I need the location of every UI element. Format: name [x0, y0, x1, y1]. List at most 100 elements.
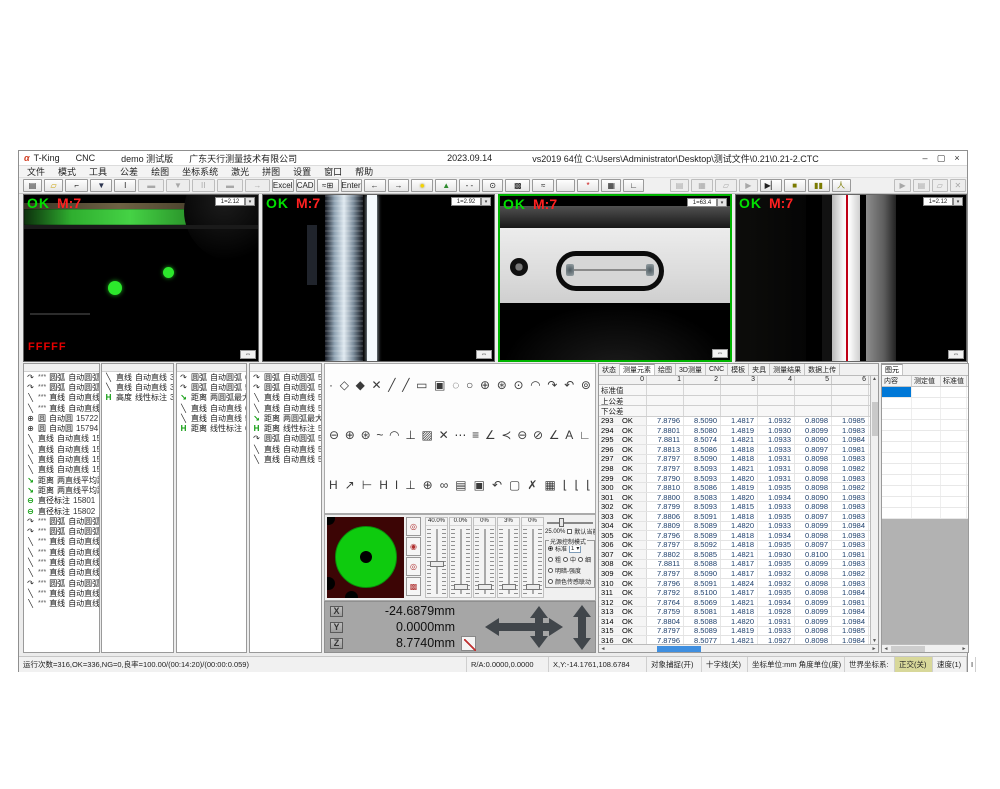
- list-item[interactable]: ╲直线自动直线55: [250, 444, 321, 454]
- list-item[interactable]: ↘距离两直线平均距: [24, 485, 99, 495]
- zoom-ratio-field[interactable]: 1=63.4: [687, 198, 717, 207]
- table-row[interactable]: 304OK7.88098.50891.48201.09330.80991.098…: [599, 522, 878, 532]
- list-item[interactable]: ⊕圆自动圆15722: [24, 413, 99, 423]
- tool-icon[interactable]: ⊕: [423, 478, 433, 492]
- element-row[interactable]: [882, 442, 968, 453]
- stage-path-button[interactable]: ⌐: [65, 179, 88, 192]
- table-row[interactable]: 302OK7.87998.50931.48151.09330.80981.098…: [599, 502, 878, 512]
- tool-icon[interactable]: ↶: [492, 478, 502, 492]
- camera-view-1[interactable]: OK M:7 1=2.12 ▾ FFFFF ⇔: [23, 194, 259, 362]
- element-row[interactable]: [882, 508, 968, 519]
- probe-button[interactable]: ▼: [90, 179, 112, 192]
- coarse-radio[interactable]: [548, 557, 553, 562]
- list-item[interactable]: ╲***直线自动直线: [24, 557, 99, 567]
- tool-icon[interactable]: ⌊: [586, 478, 591, 492]
- tool-icon[interactable]: ⊙: [513, 378, 523, 392]
- table-tab-7[interactable]: 测量结果: [770, 364, 805, 375]
- light-mode-ring-button[interactable]: ◎: [406, 517, 421, 536]
- light-channel-slider[interactable]: 40.0%: [425, 517, 448, 598]
- menu-item-7[interactable]: 拼图: [262, 165, 280, 178]
- light-mode-segments-button[interactable]: ◉: [406, 537, 421, 556]
- zoom-ratio-field[interactable]: 1=2.92: [451, 197, 481, 206]
- table-tab-6[interactable]: 夹具: [749, 364, 770, 375]
- resize-grip-icon[interactable]: ⇔: [712, 349, 728, 358]
- list-item[interactable]: ╲***直线自动直线: [24, 403, 99, 413]
- list-item[interactable]: ⊕圆自动圆15794: [24, 423, 99, 433]
- menu-item-2[interactable]: 工具: [89, 165, 107, 178]
- stop-button[interactable]: ■: [784, 179, 806, 192]
- table-tab-2[interactable]: 绘图: [655, 364, 676, 375]
- zoom-dropdown-icon[interactable]: ▾: [717, 198, 727, 207]
- element-row[interactable]: [882, 420, 968, 431]
- escroll-left-icon[interactable]: ◄: [882, 645, 890, 653]
- tool-icon[interactable]: ⊢: [362, 478, 372, 492]
- hatch-button[interactable]: ▩: [505, 179, 530, 192]
- menu-item-5[interactable]: 坐标系统: [182, 165, 218, 178]
- close-button[interactable]: ×: [949, 151, 965, 165]
- excel-button[interactable]: Excel: [272, 179, 294, 192]
- tool-icon[interactable]: ✗: [527, 478, 537, 492]
- list-item[interactable]: ↷圆弧自动圆弧55: [250, 382, 321, 392]
- list-item[interactable]: ↷圆弧自动圆弧55: [250, 434, 321, 444]
- vscroll-thumb[interactable]: [872, 402, 878, 436]
- plot-export-button[interactable]: ≈⊞: [317, 179, 339, 192]
- table-row[interactable]: 303OK7.88068.50911.48181.09350.80971.098…: [599, 512, 878, 522]
- tool-icon[interactable]: ⊕: [345, 428, 355, 442]
- list-item[interactable]: Η距离线性标注55: [250, 423, 321, 433]
- table-tab-3[interactable]: 3D测量: [676, 364, 706, 375]
- table-row[interactable]: 308OK7.88118.50881.48171.09350.80991.098…: [599, 560, 878, 570]
- pause-button[interactable]: ▮▮: [808, 179, 830, 192]
- maximize-button[interactable]: ▢: [933, 151, 949, 165]
- menu-item-9[interactable]: 窗口: [324, 165, 342, 178]
- element-horizontal-scrollbar[interactable]: ◄ ►: [882, 644, 968, 652]
- menu-item-0[interactable]: 文件: [27, 165, 45, 178]
- table-row[interactable]: 296OK7.88138.50861.48181.09330.80971.098…: [599, 445, 878, 455]
- tool-icon[interactable]: ⊖: [329, 428, 339, 442]
- list-item[interactable]: ╲直线自动直线65: [177, 403, 246, 413]
- status-segment-7[interactable]: 正交(关): [895, 657, 933, 672]
- camera-view-4[interactable]: OK M:7 1=2.12 ▾ ⇔: [735, 194, 967, 362]
- tool-icon[interactable]: ↷: [547, 378, 557, 392]
- diagonal-move-button[interactable]: [461, 636, 476, 651]
- tool-icon[interactable]: ▦: [544, 478, 555, 492]
- table-row[interactable]: 313OK7.87598.50811.48181.09280.80991.098…: [599, 607, 878, 617]
- resize-grip-icon[interactable]: ⇔: [476, 350, 492, 359]
- tool-icon[interactable]: ✕: [372, 378, 382, 392]
- hscroll-left-icon[interactable]: ◄: [599, 645, 607, 653]
- list-item[interactable]: ╲直线自动直线55: [250, 393, 321, 403]
- table-tab-0[interactable]: 状态: [599, 364, 620, 375]
- tool-icon[interactable]: ⊛: [497, 378, 507, 392]
- list-item[interactable]: ↷***圆弧自动圆弧: [24, 372, 99, 382]
- light-channel-slider[interactable]: 0.0%: [449, 517, 472, 598]
- table-row[interactable]: 306OK7.87978.50921.48181.09350.80971.098…: [599, 541, 878, 551]
- tool-icon[interactable]: ⊥: [405, 428, 415, 442]
- tool-icon[interactable]: ⋯: [454, 428, 466, 442]
- tool-icon[interactable]: ▤: [455, 478, 466, 492]
- menu-item-1[interactable]: 模式: [58, 165, 76, 178]
- list-item[interactable]: ╲直线自动直线15: [24, 465, 99, 475]
- prev-button[interactable]: ←: [364, 179, 386, 192]
- tool-icon[interactable]: ◌: [452, 378, 459, 392]
- edge-tool-button[interactable]: I: [114, 179, 136, 192]
- hscroll-right-icon[interactable]: ►: [870, 645, 878, 653]
- resize-grip-icon[interactable]: ⇔: [240, 350, 256, 359]
- tool-icon[interactable]: ▣: [434, 378, 445, 392]
- zoom-dropdown-icon[interactable]: ▾: [481, 197, 491, 206]
- tool-icon[interactable]: ⊥: [405, 478, 415, 492]
- menu-item-8[interactable]: 设置: [293, 165, 311, 178]
- contrast-radio[interactable]: [548, 568, 553, 573]
- menu-item-4[interactable]: 绘图: [151, 165, 169, 178]
- escroll-thumb[interactable]: [891, 646, 925, 652]
- tool-icon[interactable]: ◠: [530, 378, 540, 392]
- table-tab-8[interactable]: 数据上传: [805, 364, 840, 375]
- slider-thumb[interactable]: [430, 561, 444, 567]
- tool-icon[interactable]: ∠: [549, 428, 560, 442]
- hscroll-thumb[interactable]: [657, 646, 701, 652]
- table-row[interactable]: 301OK7.88008.50831.48201.09340.80901.098…: [599, 493, 878, 503]
- tool-icon[interactable]: ✕: [439, 428, 449, 442]
- ring-light-indicator[interactable]: [327, 517, 404, 598]
- run-button[interactable]: 人: [832, 179, 851, 192]
- light-channel-slider[interactable]: 3%: [497, 517, 520, 598]
- jog-arrows-icon[interactable]: [483, 605, 595, 651]
- element-row[interactable]: [882, 387, 968, 398]
